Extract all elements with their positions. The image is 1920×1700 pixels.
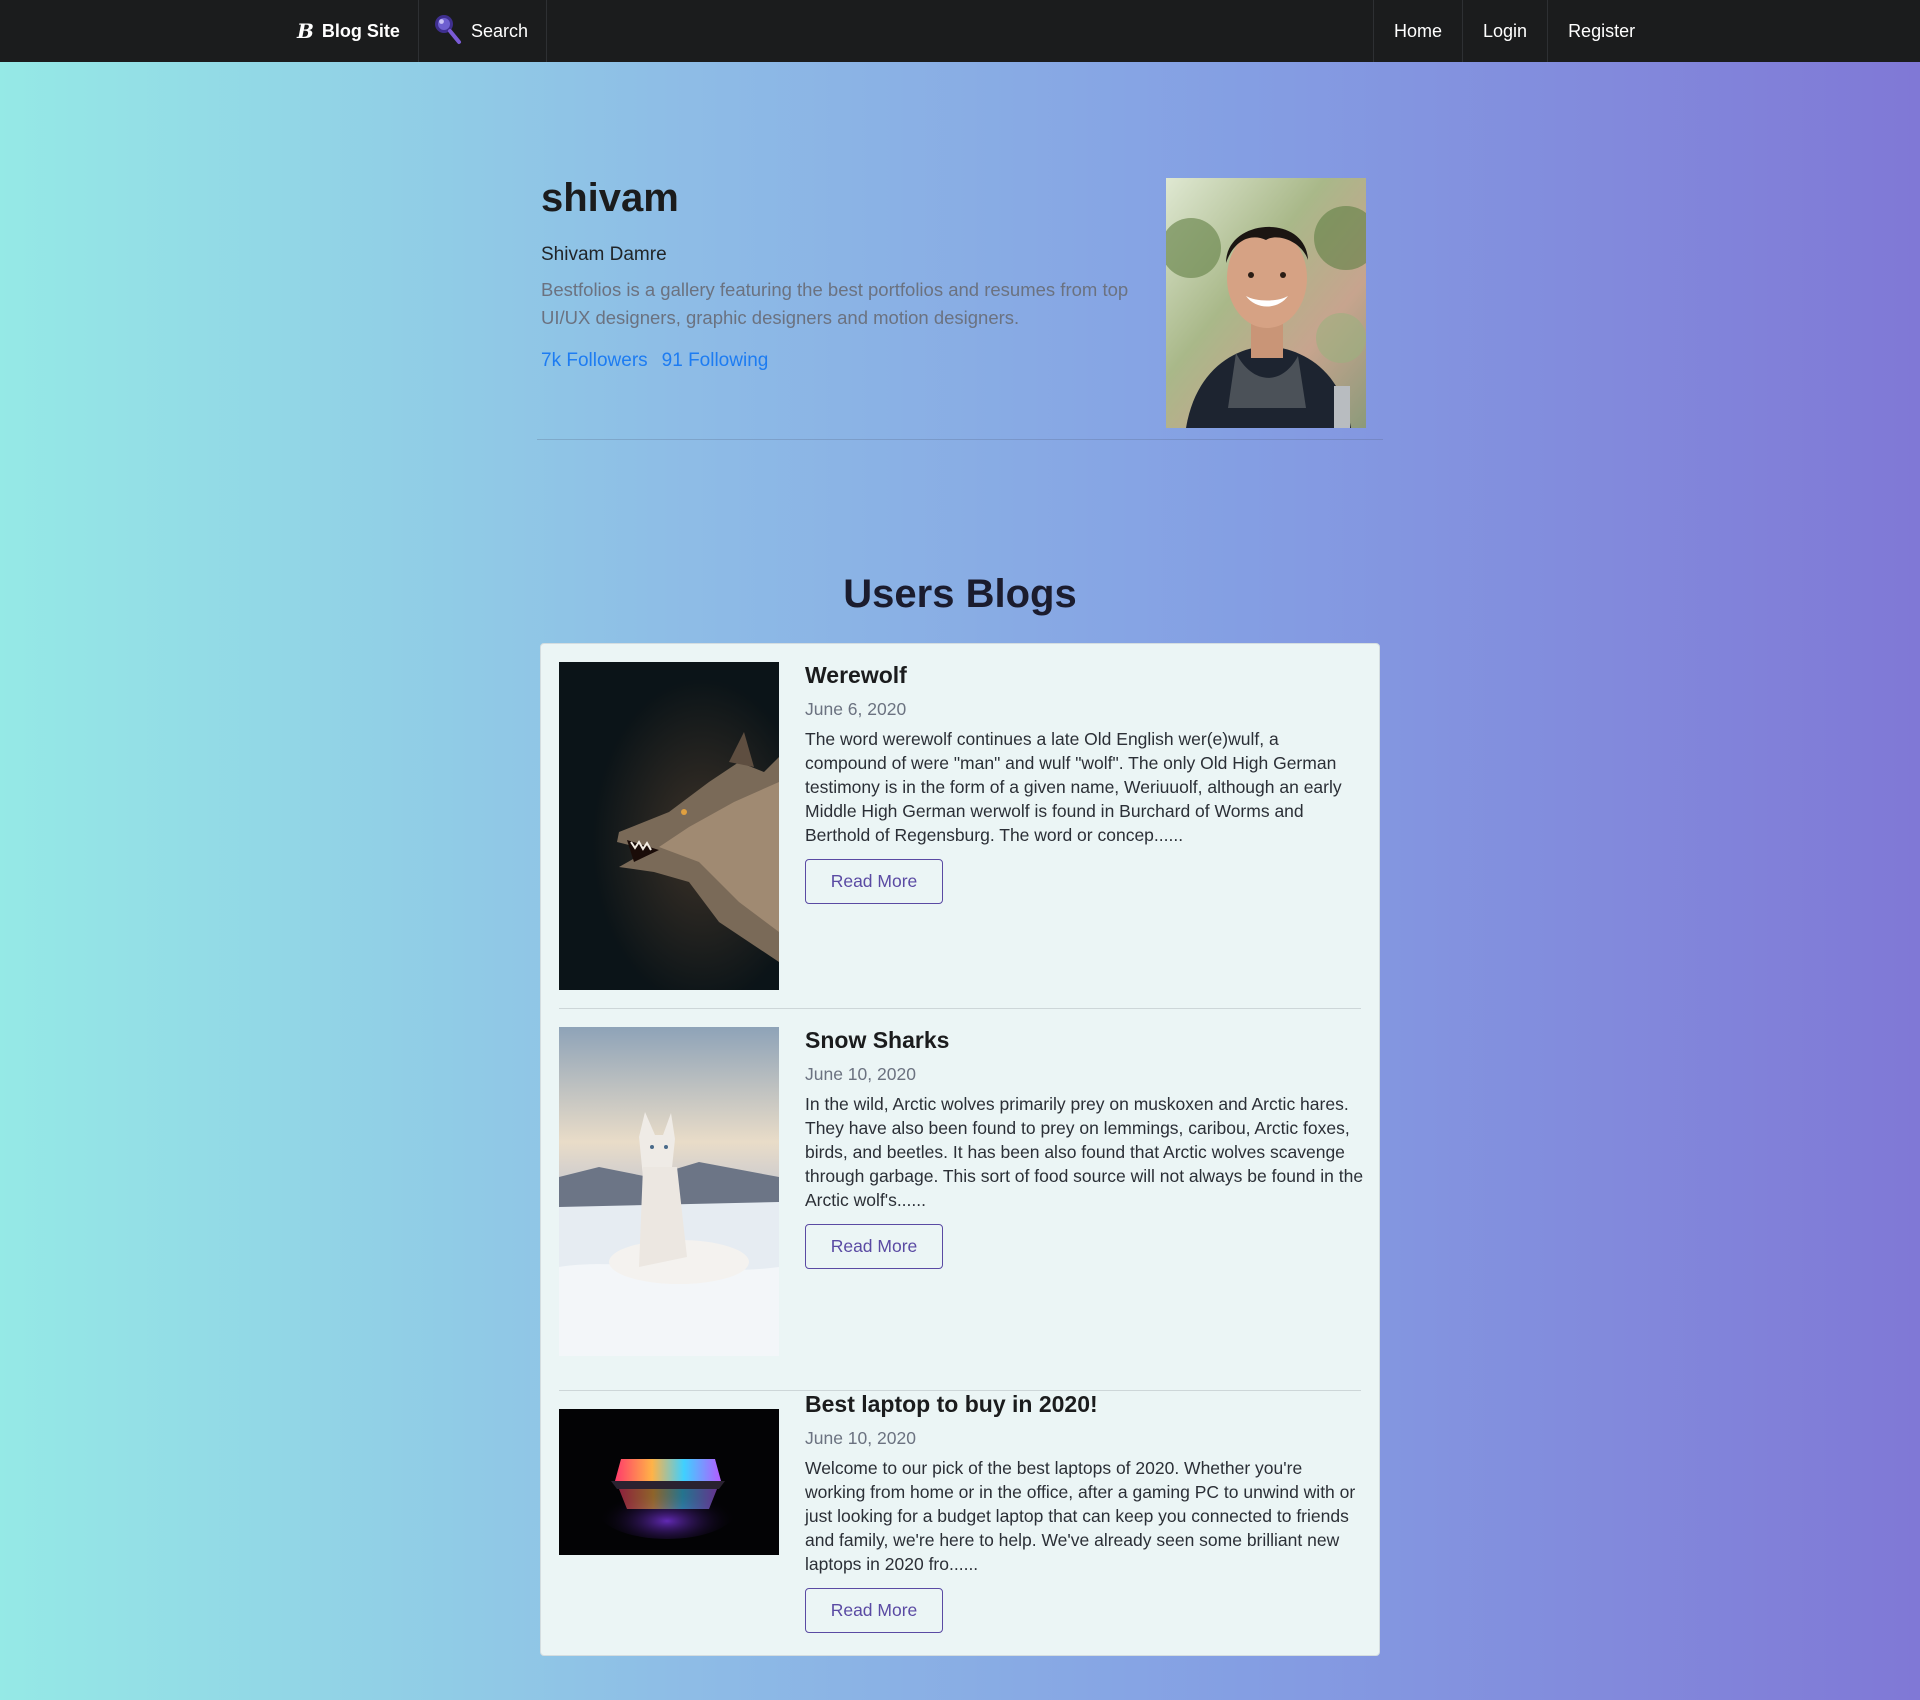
brand-logo-icon: B [297,19,314,43]
blog-title[interactable]: Snow Sharks [805,1027,1365,1054]
read-more-button[interactable]: Read More [805,1224,943,1269]
nav-home[interactable]: Home [1373,0,1462,62]
blog-thumbnail-laptop [559,1409,779,1555]
section-title: Users Blogs [843,572,1077,616]
nav-login[interactable]: Login [1462,0,1547,62]
followers-link[interactable]: 7k Followers [541,350,648,372]
blog-thumbnail-wolf [559,662,779,990]
blog-list: Werewolf June 6, 2020 The word werewolf … [540,643,1380,1656]
brand-label: Blog Site [321,20,400,41]
profile-stats: 7k Followers 91 Following [541,350,768,372]
blog-thumbnail-snow-wolf [559,1027,779,1356]
nav-menu: Home Login Register [1373,0,1655,62]
blog-title[interactable]: Best laptop to buy in 2020! [805,1391,1365,1418]
blog-body: Best laptop to buy in 2020! June 10, 202… [805,1391,1365,1633]
profile-bio: Bestfolios is a gallery featuring the be… [541,279,1129,328]
profile-username: shivam [541,176,679,220]
blog-body: Werewolf June 6, 2020 The word werewolf … [805,662,1365,904]
following-link[interactable]: 91 Following [662,350,769,372]
blog-post: Best laptop to buy in 2020! June 10, 202… [559,1391,1361,1641]
search-icon [433,13,463,50]
profile-header: shivam Shivam Damre Bestfolios is a gall… [537,172,1383,440]
blog-excerpt: In the wild, Arctic wolves primarily pre… [805,1094,1364,1210]
blog-date: June 10, 2020 [805,1428,916,1448]
avatar [1166,178,1366,428]
read-more-button[interactable]: Read More [805,859,943,904]
blog-excerpt: Welcome to our pick of the best laptops … [805,1458,1356,1574]
blog-date: June 10, 2020 [805,1064,916,1084]
search-link[interactable]: Search [411,0,548,62]
blog-post: Werewolf June 6, 2020 The word werewolf … [559,662,1361,1009]
blog-excerpt: The word werewolf continues a late Old E… [805,729,1342,845]
navbar: B Blog Site Search Home Login Register [0,0,1920,62]
search-label: Search [471,20,529,41]
brand-link[interactable]: B Blog Site [279,0,419,62]
nav-register[interactable]: Register [1547,0,1655,62]
blog-body: Snow Sharks June 10, 2020 In the wild, A… [805,1027,1365,1269]
blog-title[interactable]: Werewolf [805,662,1365,689]
blog-post: Snow Sharks June 10, 2020 In the wild, A… [559,1027,1363,1391]
read-more-button[interactable]: Read More [805,1588,943,1633]
profile-full-name: Shivam Damre [541,244,667,265]
blog-date: June 6, 2020 [805,699,907,719]
